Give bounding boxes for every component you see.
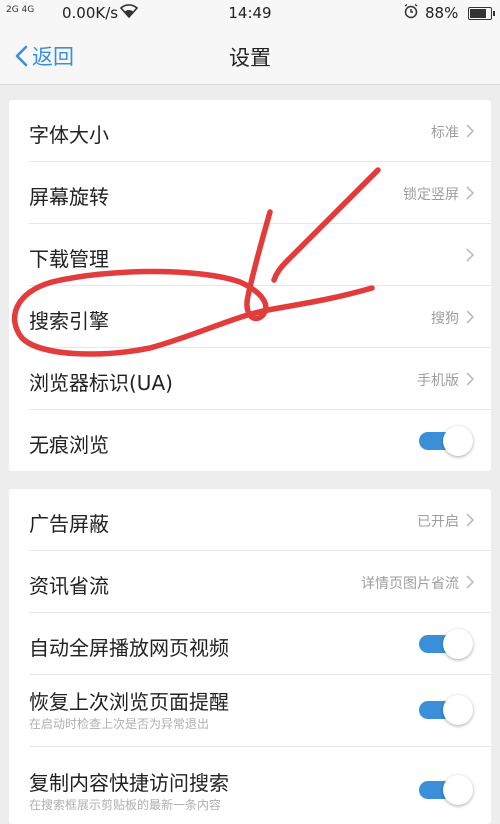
font-size-row[interactable]: 字体大小 标准 (9, 100, 491, 162)
row-label: 无痕浏览 (29, 433, 109, 457)
row-label: 字体大小 (29, 123, 109, 147)
chevron-right-icon (466, 310, 475, 324)
nav-bar: 返回 设置 (0, 28, 500, 85)
status-bar: 2G 4G 0.00K/s 14:49 88% (0, 0, 500, 28)
row-label: 资讯省流 (29, 574, 109, 598)
battery-icon (468, 7, 495, 20)
row-label: 搜索引擎 (29, 309, 109, 333)
row-label: 浏览器标识(UA) (29, 371, 173, 395)
clipboard-search-row: 复制内容快捷访问搜索 在搜索框展示剪贴板的最新一条内容 (9, 747, 491, 824)
search-engine-row[interactable]: 搜索引擎 搜狗 (9, 286, 491, 348)
chevron-right-icon (466, 124, 475, 138)
row-label: 广告屏蔽 (29, 512, 109, 536)
row-label: 自动全屏播放网页视频 (29, 636, 229, 660)
data-saver-row[interactable]: 资讯省流 详情页图片省流 (9, 551, 491, 613)
chevron-right-icon (466, 186, 475, 200)
incognito-toggle[interactable] (419, 426, 473, 456)
row-value: 已开启 (417, 514, 459, 530)
download-management-row[interactable]: 下载管理 (9, 224, 491, 286)
row-description: 在启动时检查上次是否为异常退出 (29, 717, 210, 731)
chevron-right-icon (466, 575, 475, 589)
row-value: 详情页图片省流 (361, 576, 459, 592)
restore-session-row: 恢复上次浏览页面提醒 在启动时检查上次是否为异常退出 (9, 675, 491, 747)
page-title: 设置 (229, 46, 271, 70)
settings-group-1: 字体大小 标准 屏幕旋转 锁定竖屏 下载管理 搜索引擎 搜狗 浏览器标识(UA)… (9, 100, 491, 471)
row-label: 下载管理 (29, 247, 109, 271)
settings-group-2: 广告屏蔽 已开启 资讯省流 详情页图片省流 自动全屏播放网页视频 恢复上次浏览页… (9, 489, 491, 824)
row-label: 恢复上次浏览页面提醒 (29, 690, 229, 714)
alarm-icon (403, 3, 419, 23)
screen-rotation-row[interactable]: 屏幕旋转 锁定竖屏 (9, 162, 491, 224)
chevron-right-icon (466, 372, 475, 386)
autoplay-video-row: 自动全屏播放网页视频 (9, 613, 491, 675)
autoplay-video-toggle[interactable] (419, 629, 473, 659)
row-value: 手机版 (417, 373, 459, 389)
row-description: 在搜索框展示剪贴板的最新一条内容 (29, 798, 222, 812)
row-value: 搜狗 (431, 311, 459, 327)
row-label: 屏幕旋转 (29, 185, 109, 209)
chevron-right-icon (466, 248, 475, 262)
row-label: 复制内容快捷访问搜索 (29, 771, 229, 795)
user-agent-row[interactable]: 浏览器标识(UA) 手机版 (9, 348, 491, 410)
row-value: 标准 (431, 125, 459, 141)
chevron-right-icon (466, 513, 475, 527)
clipboard-search-toggle[interactable] (419, 775, 473, 805)
row-value: 锁定竖屏 (403, 187, 459, 203)
incognito-row: 无痕浏览 (9, 410, 491, 472)
ad-block-row[interactable]: 广告屏蔽 已开启 (9, 489, 491, 551)
restore-session-toggle[interactable] (419, 695, 473, 725)
battery-percent: 88% (425, 4, 459, 22)
